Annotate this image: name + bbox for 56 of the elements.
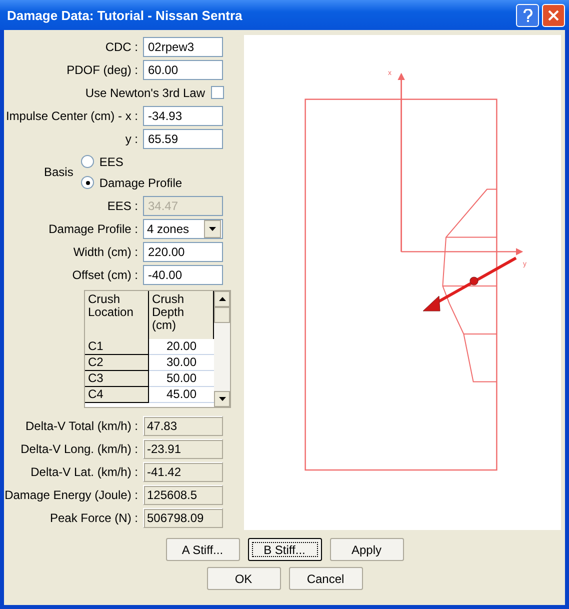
radio-button[interactable] (81, 176, 94, 189)
down-arrow-icon (218, 397, 226, 401)
table-cell: C4 (85, 387, 149, 403)
scroll-thumb[interactable] (214, 307, 230, 323)
window-title: Damage Data: Tutorial - Nissan Sentra (7, 8, 244, 22)
input-field[interactable]: 220.00 (143, 242, 223, 262)
field-label: Delta-V Total (km/h) : (24, 418, 138, 432)
table-cell[interactable]: 30.00 (149, 355, 214, 371)
table-cell: C3 (85, 371, 149, 387)
checkbox[interactable] (211, 86, 224, 99)
dialog-button[interactable]: A Stiff... (166, 538, 240, 561)
group-label: Basis (44, 165, 74, 179)
table-cell: C1 (85, 339, 149, 355)
field-label: y : (124, 132, 138, 146)
table-cell[interactable]: 45.00 (149, 387, 214, 403)
dialog-button[interactable]: Apply (330, 538, 404, 561)
field-label: PDOF (deg) : (66, 62, 138, 76)
table-cell: C2 (85, 355, 149, 371)
result-field: 125608.5 (143, 484, 223, 504)
input-field[interactable]: 02rpew3 (143, 36, 223, 56)
field-label: Delta-V Lat. (km/h) : (30, 464, 138, 478)
up-arrow-icon (218, 297, 226, 301)
close-icon (548, 10, 559, 20)
close-button[interactable] (542, 4, 565, 26)
result-field: -41.42 (143, 462, 223, 482)
dialog-button[interactable]: B Stiff... (248, 538, 322, 561)
scroll-down-button[interactable] (214, 391, 230, 407)
field-label: Offset (cm) : (71, 268, 138, 282)
result-field: 506798.09 (143, 508, 223, 528)
field-label: Peak Force (N) : (48, 510, 138, 524)
field-label: Impulse Center (cm) - x : (4, 108, 138, 122)
field-label: Delta-V Long. (km/h) : (20, 442, 138, 456)
field-label: CDC : (104, 40, 138, 54)
input-field[interactable]: 65.59 (143, 128, 223, 148)
field-label: EES : (106, 198, 138, 212)
result-field: -23.91 (143, 438, 223, 458)
radio-label: EES (99, 154, 124, 168)
field-label: Damage Energy (Joule) : (4, 488, 138, 502)
table-cell[interactable]: 50.00 (149, 371, 214, 387)
input-field[interactable]: -34.93 (143, 106, 223, 126)
input-field[interactable]: 60.00 (143, 60, 223, 80)
scroll-up-button[interactable] (214, 291, 230, 307)
caret-icon (209, 226, 216, 230)
help-button[interactable] (516, 4, 539, 26)
input-field[interactable]: -40.00 (143, 264, 223, 284)
field-label: Width (cm) : (72, 244, 138, 258)
help-icon (522, 8, 532, 22)
table-cell[interactable]: 20.00 (149, 339, 214, 355)
dropdown[interactable]: 4 zones (143, 218, 223, 238)
dialog-button[interactable]: Cancel (288, 567, 362, 590)
checkbox-label: Use Newton's 3rd Law (85, 86, 205, 100)
radio-button[interactable] (81, 155, 94, 168)
dialog-button[interactable]: OK (206, 567, 280, 590)
result-field: 47.83 (143, 416, 223, 436)
field-label: Damage Profile : (48, 222, 138, 236)
radio-label: Damage Profile (99, 176, 182, 190)
